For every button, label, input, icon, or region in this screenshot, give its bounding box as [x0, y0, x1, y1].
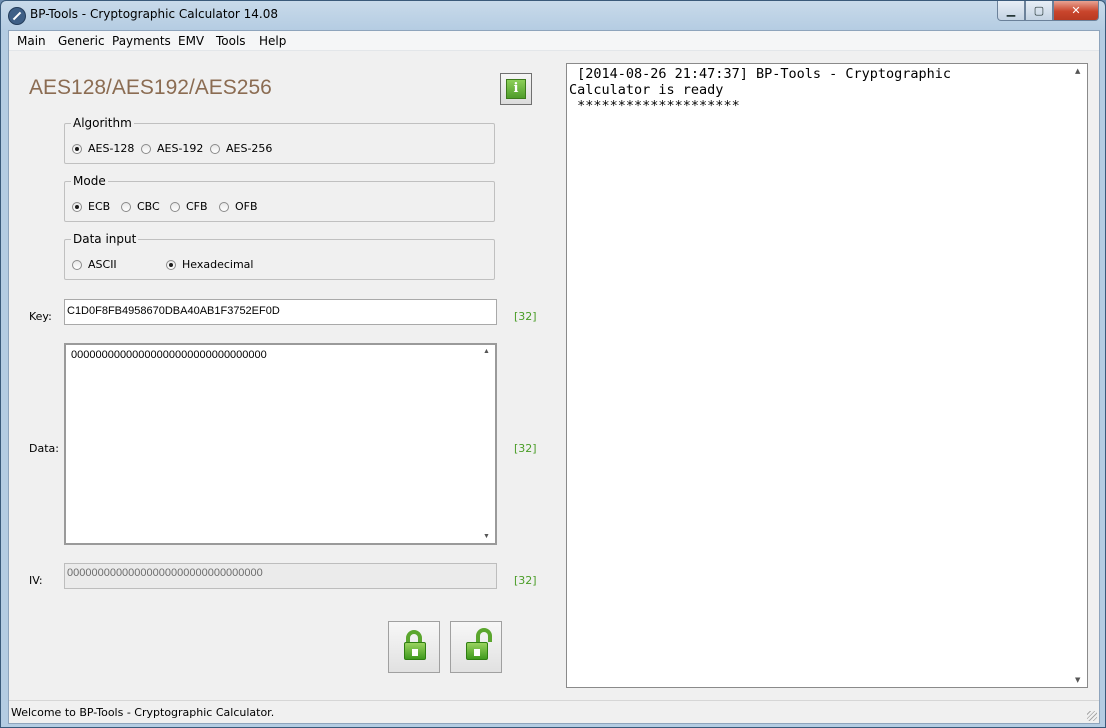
log-scroll-up-icon[interactable]: ▲ [1075, 67, 1080, 75]
title-bar[interactable]: BP-Tools - Cryptographic Calculator 14.0… [1, 1, 1105, 29]
key-length: [32] [514, 310, 537, 323]
iv-length: [32] [514, 574, 537, 587]
encrypt-button[interactable] [388, 621, 440, 673]
minimize-icon: ▁ [1006, 4, 1016, 17]
lock-closed-icon [404, 642, 426, 660]
app-icon[interactable] [8, 7, 26, 25]
info-icon: i [506, 79, 526, 99]
log-scrollbar[interactable]: ▲ ▼ [1072, 64, 1087, 687]
radio-ecb[interactable]: ECB [72, 200, 110, 213]
radio-cbc-button[interactable] [121, 201, 131, 212]
radio-aes-256-button[interactable] [210, 143, 220, 154]
data-input-group-title: Data input [71, 232, 139, 246]
data-textarea[interactable]: 00000000000000000000000000000000 ▲ ▼ [64, 343, 497, 545]
radio-aes-128[interactable]: AES-128 [72, 142, 134, 155]
menu-tools[interactable]: Tools [216, 34, 246, 48]
radio-aes-256[interactable]: AES-256 [210, 142, 272, 155]
menu-generic[interactable]: Generic [58, 34, 105, 48]
mode-group: Mode ECB CBC CFB OFB [64, 174, 495, 222]
data-scrollbar[interactable]: ▲ ▼ [480, 345, 495, 543]
lock-open-shackle [476, 628, 492, 642]
log-output[interactable]: [2014-08-26 21:47:37] BP-Tools - Cryptog… [566, 63, 1088, 688]
window-controls: ▁ ▢ ✕ [997, 1, 1099, 21]
log-text: [2014-08-26 21:47:37] BP-Tools - Cryptog… [569, 66, 952, 114]
radio-ofb-button[interactable] [219, 201, 229, 212]
data-label: Data: [29, 442, 59, 455]
decrypt-button[interactable] [450, 621, 502, 673]
log-scroll-down-icon[interactable]: ▼ [1075, 676, 1080, 684]
radio-aes-192[interactable]: AES-192 [141, 142, 203, 155]
resize-grip-icon[interactable] [1087, 711, 1097, 721]
menu-payments[interactable]: Payments [112, 34, 171, 48]
radio-hexadecimal-button[interactable] [166, 259, 176, 270]
data-input-group: Data input ASCII Hexadecimal [64, 232, 495, 280]
menu-help[interactable]: Help [259, 34, 286, 48]
status-text: Welcome to BP-Tools - Cryptographic Calc… [11, 706, 275, 719]
minimize-button[interactable]: ▁ [997, 1, 1025, 21]
radio-cfb-button[interactable] [170, 201, 180, 212]
menu-bar: Main Generic Payments EMV Tools Help [9, 31, 1099, 51]
radio-ecb-label: ECB [88, 200, 111, 213]
radio-ascii-label: ASCII [88, 258, 117, 271]
menu-emv[interactable]: EMV [178, 34, 204, 48]
maximize-icon: ▢ [1033, 4, 1045, 17]
data-length: [32] [514, 442, 537, 455]
radio-cfb[interactable]: CFB [170, 200, 208, 213]
close-icon: ✕ [1071, 4, 1081, 17]
radio-ascii-button[interactable] [72, 259, 82, 270]
data-value: 00000000000000000000000000000000 [71, 349, 267, 361]
menu-main[interactable]: Main [17, 34, 46, 48]
iv-label: IV: [29, 574, 43, 587]
iv-input: 00000000000000000000000000000000 [64, 563, 497, 589]
scroll-up-icon[interactable]: ▲ [483, 348, 490, 355]
radio-aes-128-label: AES-128 [88, 142, 135, 155]
radio-cbc-label: CBC [137, 200, 160, 213]
maximize-button[interactable]: ▢ [1025, 1, 1053, 21]
radio-cfb-label: CFB [186, 200, 208, 213]
scroll-down-icon[interactable]: ▼ [483, 533, 490, 540]
info-button[interactable]: i [500, 73, 532, 105]
radio-ecb-button[interactable] [72, 201, 82, 212]
radio-aes-256-label: AES-256 [226, 142, 273, 155]
window-title: BP-Tools - Cryptographic Calculator 14.0… [30, 7, 279, 21]
key-label: Key: [29, 310, 52, 323]
client-area: Main Generic Payments EMV Tools Help AES… [8, 30, 1100, 724]
radio-cbc[interactable]: CBC [121, 200, 160, 213]
algorithm-group-title: Algorithm [71, 116, 134, 130]
page-title: AES128/AES192/AES256 [29, 76, 272, 99]
app-window: BP-Tools - Cryptographic Calculator 14.0… [0, 0, 1106, 728]
radio-ofb-label: OFB [235, 200, 258, 213]
mode-group-title: Mode [71, 174, 108, 188]
key-input[interactable]: C1D0F8FB4958670DBA40AB1F3752EF0D [64, 299, 497, 325]
radio-ofb[interactable]: OFB [219, 200, 258, 213]
radio-hexadecimal[interactable]: Hexadecimal [166, 258, 253, 271]
radio-ascii[interactable]: ASCII [72, 258, 117, 271]
status-bar: Welcome to BP-Tools - Cryptographic Calc… [9, 700, 1099, 723]
close-button[interactable]: ✕ [1053, 1, 1099, 21]
lock-open-icon [466, 642, 488, 660]
radio-aes-192-label: AES-192 [157, 142, 204, 155]
radio-aes-192-button[interactable] [141, 143, 151, 154]
algorithm-group: Algorithm AES-128 AES-192 AES-256 [64, 116, 495, 164]
radio-hexadecimal-label: Hexadecimal [182, 258, 254, 271]
radio-aes-128-button[interactable] [72, 143, 82, 154]
